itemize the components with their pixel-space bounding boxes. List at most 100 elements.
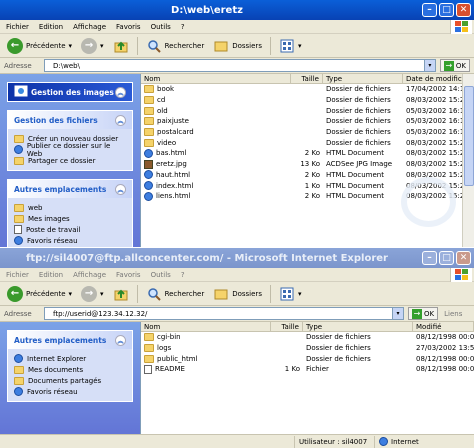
menu-fichier[interactable]: Fichier [6,23,29,31]
title-bar[interactable]: D:\web\eretz – □ ✕ [0,0,474,20]
column-date[interactable]: Modifié [413,322,474,331]
maximize-button[interactable]: □ [439,3,454,17]
chevron-down-icon[interactable]: ▾ [298,290,302,298]
jpg-icon [144,159,153,169]
collapse-icon[interactable]: ︽ [115,334,126,346]
minimize-button[interactable]: – [422,3,437,17]
up-folder-button[interactable] [110,36,132,56]
menu-help[interactable]: ? [181,23,185,31]
other-places-panel: Autres emplacements ︽ web Mes images Pos… [7,179,133,247]
place-web[interactable]: web [14,202,126,213]
file-row[interactable]: video Dossier de fichiers 08/03/2002 15:21 [141,137,474,148]
file-row[interactable]: eretz.jpg 13 Ko ACDSee JPG Image 08/03/2002… [141,159,474,170]
file-name-cell: eretz.jpg [141,159,291,169]
place-my-pictures[interactable]: Mes images [14,213,126,224]
place-network[interactable]: Favoris réseau [14,235,126,246]
task-label: Publier ce dossier sur le Web [26,141,111,158]
up-folder-button[interactable] [110,284,132,304]
column-size[interactable]: Taille [291,74,323,83]
back-button[interactable]: ← Précédente ▾ [4,36,75,56]
search-label: Rechercher [164,41,205,50]
close-button[interactable]: ✕ [456,251,471,265]
place-network[interactable]: Favoris réseau [14,386,126,397]
file-row[interactable]: README 1 Ko Fichier 08/12/1998 00:00 [141,364,474,375]
place-shared-documents[interactable]: Documents partagés [14,375,126,386]
column-type[interactable]: Type [303,322,413,331]
forward-button[interactable]: → ▾ [78,284,107,304]
chevron-down-icon[interactable]: ▾ [69,290,73,298]
address-input[interactable]: D:\web\ ▾ [44,59,436,72]
column-type[interactable]: Type [323,74,403,83]
menu-favoris[interactable]: Favoris [116,271,141,279]
menu-affichage[interactable]: Affichage [73,23,106,31]
file-row[interactable]: cgi-bin Dossier de fichiers 08/12/1998 00:… [141,332,474,343]
place-my-computer[interactable]: Poste de travail [14,224,126,235]
file-row[interactable]: logs Dossier de fichiers 27/03/2002 13:53 [141,343,474,354]
column-name[interactable]: Nom [141,322,271,331]
forward-button[interactable]: → ▾ [78,36,107,56]
other-places-title: Autres emplacements [14,335,107,345]
collapse-icon[interactable]: ︽ [115,183,126,195]
collapse-icon[interactable]: ︽ [115,114,126,126]
file-name: paixjuste [157,117,189,126]
close-button[interactable]: ✕ [456,3,471,17]
file-row[interactable]: public_html Dossier de fichiers 08/12/1998… [141,353,474,364]
maximize-button[interactable]: □ [439,251,454,265]
file-row[interactable]: book Dossier de fichiers 17/04/2002 14:18 [141,84,474,95]
chevron-down-icon[interactable]: ▾ [423,60,435,71]
folders-button[interactable]: Dossiers [210,284,265,304]
menu-affichage[interactable]: Affichage [73,271,106,279]
folders-button[interactable]: Dossiers [210,36,265,56]
place-internet-explorer[interactable]: Internet Explorer [14,353,126,364]
go-button[interactable]: → OK [408,307,439,320]
picture-tasks-header[interactable]: Gestion des images ︽ [8,83,132,101]
menu-outils[interactable]: Outils [151,23,171,31]
file-row[interactable]: paixjuste Dossier de fichiers 05/03/2002 1… [141,116,474,127]
task-publish-web[interactable]: Publier ce dossier sur le Web [14,141,126,158]
title-bar[interactable]: ftp://sil4007@ftp.allconcenter.com/ - Mi… [0,248,474,268]
file-row[interactable]: postalcard Dossier de fichiers 05/03/2002 … [141,127,474,138]
chevron-down-icon[interactable]: ▾ [69,42,73,50]
column-size[interactable]: Taille [271,322,303,331]
toolbar-separator [136,284,138,303]
place-label: web [28,203,43,212]
menu-help[interactable]: ? [181,271,185,279]
collapse-icon[interactable]: ︽ [115,86,126,98]
chevron-down-icon[interactable]: ▾ [392,308,403,319]
go-button[interactable]: → OK [439,59,470,72]
file-type: Dossier de fichiers [326,96,391,105]
other-places-header[interactable]: Autres emplacements ︽ [8,331,132,349]
file-type: ACDSee JPG Image [326,160,393,169]
search-button[interactable]: Rechercher [143,36,208,56]
back-label: Précédente [26,289,66,298]
network-icon [14,236,23,245]
file-row[interactable]: bas.html 2 Ko HTML Document 08/03/2002 15:2… [141,148,474,159]
file-tasks-header[interactable]: Gestion des fichiers ︽ [8,111,132,129]
menu-edition[interactable]: Edition [39,271,63,279]
column-name[interactable]: Nom [141,74,291,83]
minimize-button[interactable]: – [422,251,437,265]
folder-icon [144,117,154,126]
folder-icon [144,85,154,94]
place-my-documents[interactable]: Mes documents [14,364,126,375]
views-button[interactable]: ▾ [276,284,305,304]
vertical-scrollbar[interactable] [462,74,474,247]
chevron-down-icon[interactable]: ▾ [298,42,302,50]
scroll-thumb[interactable] [464,86,474,186]
file-row[interactable]: cd Dossier de fichiers 08/03/2002 15:21 [141,95,474,106]
search-button[interactable]: Rechercher [143,284,208,304]
status-zone: Internet [374,435,474,448]
links-button[interactable]: Liens [444,310,462,318]
menu-favoris[interactable]: Favoris [116,23,141,31]
menu-fichier[interactable]: Fichier [6,271,29,279]
file-row[interactable]: old Dossier de fichiers 05/03/2002 16:11 [141,105,474,116]
picture-tasks-panel: Gestion des images ︽ [7,82,133,102]
menu-outils[interactable]: Outils [151,271,171,279]
chevron-down-icon[interactable]: ▾ [100,42,104,50]
other-places-header[interactable]: Autres emplacements ︽ [8,180,132,198]
chevron-down-icon[interactable]: ▾ [100,290,104,298]
back-button[interactable]: ← Précédente ▾ [4,284,75,304]
address-input[interactable]: ftp://userid@123.34.12.32/ ▾ [44,307,404,320]
views-button[interactable]: ▾ [276,36,305,56]
menu-edition[interactable]: Edition [39,23,63,31]
